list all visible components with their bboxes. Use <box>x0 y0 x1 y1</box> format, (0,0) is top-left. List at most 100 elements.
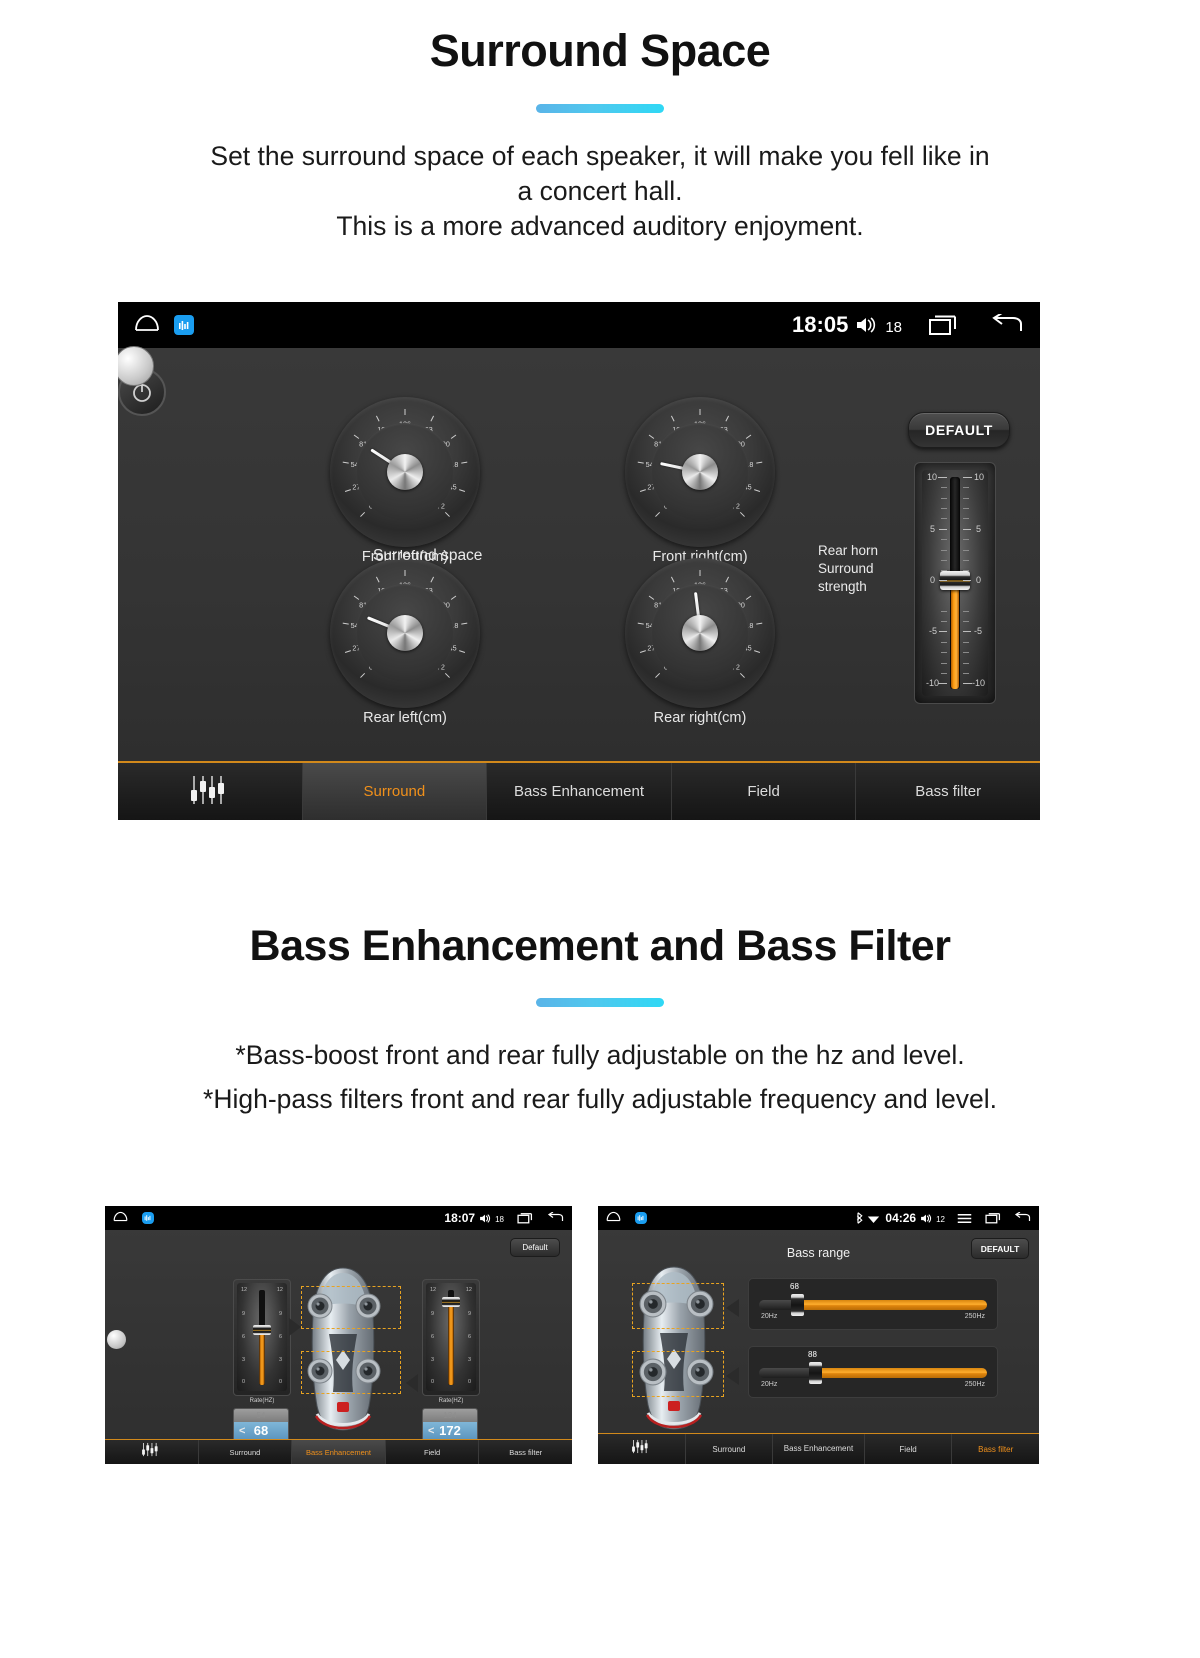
description-line: This is a more advanced auditory enjoyme… <box>336 211 864 242</box>
tab-bass-filter[interactable]: Bass filter <box>952 1434 1039 1464</box>
tab-bar[interactable]: Surround Bass Enhancement Field Bass fil… <box>118 761 1040 820</box>
tab-equalizer[interactable] <box>105 1440 199 1464</box>
back-icon[interactable] <box>990 314 1024 336</box>
front-bass-level-fader[interactable]: 12 12 9 9 6 6 3 3 0 0 Rate(HZ) <box>233 1279 291 1404</box>
knob-cap <box>387 454 423 490</box>
knob-cap <box>682 615 718 651</box>
front-speaker-zone[interactable] <box>301 1286 401 1329</box>
accent-divider-2 <box>536 998 664 1007</box>
tab-bass-enhancement[interactable]: Bass Enhancement <box>487 763 672 820</box>
status-clock: 04:26 <box>885 1211 917 1225</box>
tab-surround[interactable]: Surround <box>686 1434 774 1464</box>
front-speaker-zone[interactable] <box>632 1283 724 1329</box>
knob-label: Rear left(cm) <box>363 710 447 726</box>
chevron-left-icon[interactable]: < <box>428 1425 434 1437</box>
fader-scale: 3 <box>278 1357 282 1363</box>
fader-scale-left: 5 <box>930 524 936 534</box>
rate-label: Rate(HZ) <box>249 1398 275 1404</box>
recents-icon[interactable] <box>517 1212 533 1224</box>
power-button[interactable] <box>118 346 176 416</box>
bass-filter-screenshot: 04:26 12 DEFAULT Bass range 68 20Hz 250H… <box>598 1206 1039 1464</box>
status-volume-level: 18 <box>495 1215 504 1224</box>
speaker-icon <box>920 1213 932 1224</box>
fader-scale-right: 10 <box>973 472 984 482</box>
surround-space-description: Set the surround space of each speaker, … <box>0 139 1200 244</box>
knob-cap <box>682 454 718 490</box>
bluetooth-icon <box>855 1212 864 1224</box>
tab-bass-filter[interactable]: Bass filter <box>856 763 1040 820</box>
pointer-right-icon <box>406 1374 418 1392</box>
rate-option-above[interactable]: 54 <box>234 1409 288 1422</box>
status-volume-level: 18 <box>885 319 902 336</box>
knob-rear-left[interactable]: 027.254.481.6109136163190218245272 Rear … <box>330 558 480 726</box>
home-icon[interactable] <box>113 1209 128 1227</box>
audio-app-icon[interactable] <box>142 1212 154 1224</box>
slider-value: 68 <box>790 1282 799 1291</box>
rear-horn-surround-strength-fader[interactable]: 10 10 5 5 0 0 -5 -5 -10 -10 <box>914 462 996 704</box>
chevron-left-icon[interactable]: < <box>239 1425 245 1437</box>
rate-value-selected[interactable]: < 172 <box>423 1422 477 1439</box>
home-icon[interactable] <box>134 314 160 337</box>
rear-speaker-zone[interactable] <box>632 1351 724 1397</box>
tab-bass-enhancement[interactable]: Bass Enhancement <box>773 1434 865 1464</box>
equalizer-icon <box>140 1442 162 1462</box>
surround-space-center-label: Surround space <box>373 547 483 564</box>
power-pearl[interactable] <box>107 1330 126 1349</box>
knob-front-right[interactable]: 027.254.481.6109136163190218245272 Front… <box>625 397 775 565</box>
surround-space-screenshot: 18:05 18 Front left(cm) Front right(cm) … <box>118 302 1040 820</box>
tab-field[interactable]: Field <box>386 1440 480 1464</box>
tab-bar[interactable]: Surround Bass Enhancement Field Bass fil… <box>105 1439 572 1464</box>
rate-value-text: 172 <box>439 1423 461 1438</box>
default-button[interactable]: DEFAULT <box>908 412 1010 448</box>
fader-scale: 9 <box>242 1311 246 1317</box>
fader-handle[interactable] <box>253 1325 271 1335</box>
equalizer-icon <box>188 774 232 810</box>
tab-field[interactable]: Field <box>672 763 857 820</box>
fader-scale: 0 <box>278 1379 282 1385</box>
tab-bass-filter[interactable]: Bass filter <box>479 1440 572 1464</box>
audio-app-icon[interactable] <box>174 315 194 335</box>
fader-scale-right: 5 <box>975 524 981 534</box>
fader-scale: 6 <box>467 1334 471 1340</box>
default-button[interactable]: Default <box>510 1238 560 1257</box>
home-icon[interactable] <box>606 1209 621 1227</box>
tab-surround[interactable]: Surround <box>199 1440 293 1464</box>
tab-surround[interactable]: Surround <box>302 763 488 820</box>
tab-bass-enhancement[interactable]: Bass Enhancement <box>292 1440 386 1464</box>
tab-equalizer[interactable] <box>118 763 303 820</box>
recents-icon[interactable] <box>928 314 958 336</box>
knob-rear-right[interactable]: 027.254.481.6109136163190218245272 Rear … <box>625 558 775 726</box>
back-icon[interactable] <box>547 1212 564 1224</box>
slider-handle[interactable] <box>809 1362 822 1384</box>
accent-divider-1 <box>536 104 664 114</box>
fader-scale-right: -5 <box>973 626 982 636</box>
slider-handle[interactable] <box>791 1294 804 1316</box>
rate-option-above[interactable]: 134 <box>423 1409 477 1422</box>
fader-scale: 6 <box>242 1334 246 1340</box>
status-bar: 04:26 12 <box>598 1206 1039 1230</box>
rate-label: Rate(HZ) <box>438 1398 464 1404</box>
slider-min-label: 20Hz <box>761 1313 778 1320</box>
knob-front-left[interactable]: 027.254.481.6109136163190218245272 Front… <box>330 397 480 565</box>
rear-bass-range-slider[interactable]: 88 20Hz 250Hz <box>748 1346 998 1398</box>
fader-scale: 12 <box>430 1287 437 1293</box>
audio-app-icon[interactable] <box>635 1212 647 1224</box>
tab-equalizer[interactable] <box>598 1434 686 1464</box>
rate-value-selected[interactable]: < 68 <box>234 1422 288 1439</box>
tab-field[interactable]: Field <box>865 1434 953 1464</box>
front-bass-range-slider[interactable]: 68 20Hz 250Hz <box>748 1278 998 1330</box>
slider-max-label: 250Hz <box>964 1313 985 1320</box>
recents-icon[interactable] <box>985 1212 1001 1224</box>
rear-bass-level-fader[interactable]: 12 12 9 9 6 6 3 3 0 0 Rate(HZ) <box>422 1279 480 1404</box>
menu-icon[interactable] <box>957 1213 972 1224</box>
fader-fill <box>951 581 959 689</box>
pointer-right-icon <box>726 1299 739 1317</box>
slider-max-label: 250Hz <box>964 1381 985 1388</box>
fader-handle[interactable] <box>442 1297 460 1307</box>
strength-line: Rear horn <box>818 543 879 558</box>
rear-speaker-zone[interactable] <box>301 1351 401 1394</box>
fader-scale: 6 <box>278 1334 282 1340</box>
slider-fill <box>817 1368 987 1378</box>
back-icon[interactable] <box>1014 1212 1031 1224</box>
tab-bar[interactable]: Surround Bass Enhancement Field Bass fil… <box>598 1433 1039 1464</box>
